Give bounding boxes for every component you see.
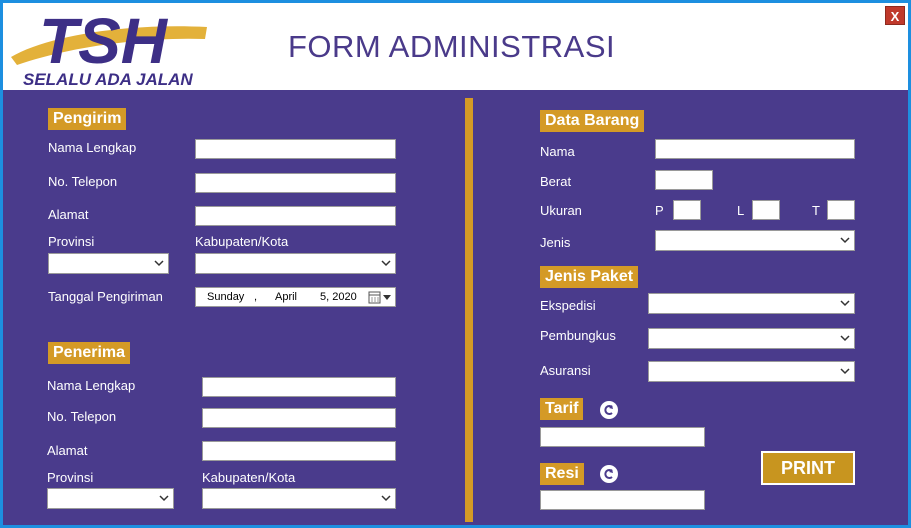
date-separator: ,	[254, 291, 258, 303]
pengirim-provinsi-select[interactable]	[48, 253, 169, 274]
ekspedisi-label: Ekspedisi	[540, 298, 596, 313]
ekspedisi-select[interactable]	[648, 293, 855, 314]
penerima-nama-label: Nama Lengkap	[47, 378, 136, 393]
tanggal-date-picker[interactable]: Sunday , April 5, 2020	[195, 287, 396, 307]
penerima-provinsi-select[interactable]	[47, 488, 174, 509]
penerima-telepon-input[interactable]	[202, 408, 396, 428]
ukuran-p-label: P	[655, 203, 664, 218]
pengirim-kabupaten-label: Kabupaten/Kota	[195, 234, 289, 249]
pengirim-kabupaten-select[interactable]	[195, 253, 396, 274]
penerima-kabupaten-label: Kabupaten/Kota	[202, 470, 296, 485]
jenis-label: Jenis	[540, 235, 571, 250]
chevron-down-icon	[154, 260, 164, 267]
chevron-down-icon	[381, 495, 391, 502]
pengirim-nama-input[interactable]	[195, 139, 396, 159]
berat-label: Berat	[540, 174, 572, 189]
tarif-output	[540, 427, 705, 447]
logo-tagline: SELALU ADA JALAN	[23, 70, 193, 89]
logo-text: TSH	[39, 5, 169, 77]
pengirim-alamat-input[interactable]	[195, 206, 396, 226]
form-panel: Pengirim Nama Lengkap No. Telepon Alamat…	[3, 90, 908, 525]
penerima-telepon-label: No. Telepon	[47, 409, 117, 424]
app-window: TSH SELALU ADA JALAN FORM ADMINISTRASI X…	[0, 0, 911, 528]
chevron-down-icon	[840, 300, 850, 307]
ukuran-l-label: L	[737, 203, 745, 218]
section-data-barang: Data Barang	[540, 110, 645, 132]
resi-output	[540, 490, 705, 510]
pembungkus-select[interactable]	[648, 328, 855, 349]
pengirim-provinsi-label: Provinsi	[48, 234, 95, 249]
section-resi: Resi	[540, 463, 584, 485]
barang-nama-input[interactable]	[655, 139, 855, 159]
pengirim-alamat-label: Alamat	[48, 207, 89, 222]
date-month: April	[275, 291, 298, 303]
chevron-down-icon	[840, 368, 850, 375]
ukuran-l-input[interactable]	[752, 200, 780, 220]
chevron-down-icon	[840, 335, 850, 342]
page-title: FORM ADMINISTRASI	[288, 29, 616, 64]
date-day: Sunday	[207, 291, 245, 303]
section-tarif: Tarif	[540, 398, 584, 420]
tsh-logo: TSH SELALU ADA JALAN	[11, 5, 207, 89]
pengirim-telepon-label: No. Telepon	[48, 174, 118, 189]
calendar-icon[interactable]	[368, 291, 392, 304]
print-button[interactable]: PRINT	[761, 451, 855, 485]
ukuran-t-input[interactable]	[827, 200, 855, 220]
date-daynum-year: 5, 2020	[320, 291, 357, 303]
asuransi-select[interactable]	[648, 361, 855, 382]
ukuran-t-label: T	[812, 203, 820, 218]
penerima-nama-input[interactable]	[202, 377, 396, 397]
close-button[interactable]: X	[885, 6, 905, 25]
penerima-alamat-label: Alamat	[47, 443, 88, 458]
penerima-provinsi-label: Provinsi	[47, 470, 94, 485]
penerima-alamat-input[interactable]	[202, 441, 396, 461]
tarif-refresh-icon[interactable]	[599, 400, 619, 420]
berat-input[interactable]	[655, 170, 713, 190]
pembungkus-label: Pembungkus	[540, 328, 616, 343]
section-jenis-paket: Jenis Paket	[540, 266, 639, 288]
resi-refresh-icon[interactable]	[599, 464, 619, 484]
header: TSH SELALU ADA JALAN FORM ADMINISTRASI X	[3, 3, 908, 90]
penerima-kabupaten-select[interactable]	[202, 488, 396, 509]
asuransi-label: Asuransi	[540, 363, 591, 378]
section-penerima: Penerima	[48, 342, 131, 364]
pengirim-telepon-input[interactable]	[195, 173, 396, 193]
jenis-select[interactable]	[655, 230, 855, 251]
pengirim-nama-label: Nama Lengkap	[48, 140, 137, 155]
column-divider	[465, 98, 473, 522]
barang-nama-label: Nama	[540, 144, 575, 159]
ukuran-p-input[interactable]	[673, 200, 701, 220]
chevron-down-icon	[159, 495, 169, 502]
chevron-down-icon	[840, 237, 850, 244]
tanggal-label: Tanggal Pengiriman	[48, 289, 163, 304]
section-pengirim: Pengirim	[48, 108, 127, 130]
ukuran-label: Ukuran	[540, 203, 582, 218]
chevron-down-icon	[381, 260, 391, 267]
